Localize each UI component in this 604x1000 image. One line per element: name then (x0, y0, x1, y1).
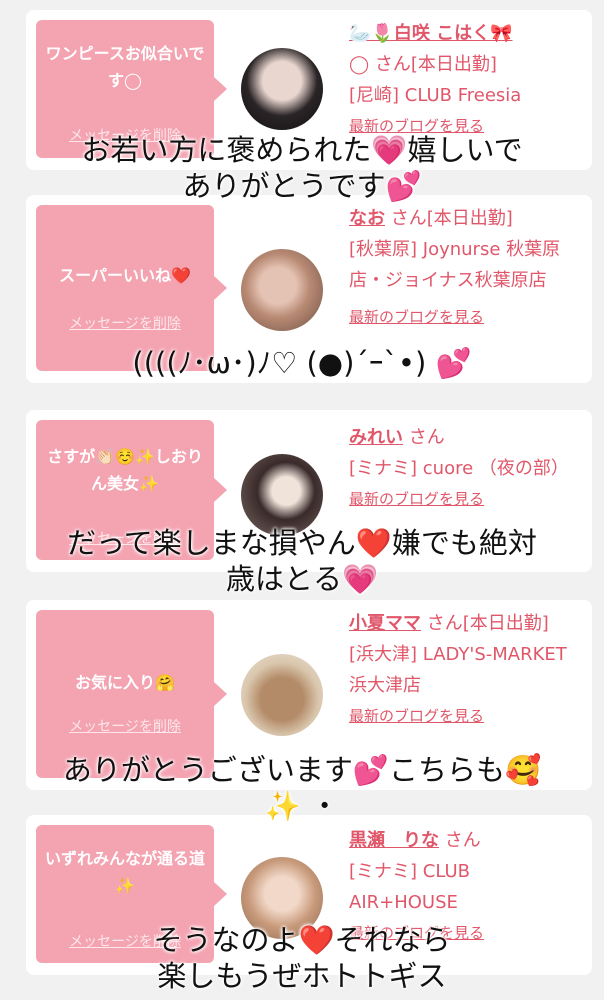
profile-name-link[interactable]: 🦢🌷白咲 こはく🎀 (349, 23, 513, 44)
profile-info: 小夏ママ さん[本日出勤] [浜大津] LADY'S-MARKET 浜大津店 最… (349, 608, 578, 732)
profile-info: みれい さん [ミナミ] cuore （夜の部） 最新のブログを見る (349, 422, 578, 515)
profile-status: さん (444, 830, 481, 851)
shop-name: [秋葉原] Joynurse 秋葉原店・ジョイナス秋葉原店 (349, 239, 561, 291)
message-text: さすが👏🏻☺️✨しおりん美女✨ (47, 447, 203, 493)
shop-name: [浜大津] LADY'S-MARKET 浜大津店 (349, 644, 567, 696)
profile-status: さん[本日出勤] (426, 613, 549, 634)
overlay-comment: ((((ﾉ･ω･)ﾉ♡ (●)´ｰ`•) 💕 (0, 345, 604, 381)
shop-name: [ミナミ] CLUB AIR+HOUSE (349, 861, 470, 913)
avatar[interactable] (241, 48, 323, 130)
profile-name-link[interactable]: 黒瀬 りな (349, 830, 439, 851)
overlay-comment: そうなのよ❤️それなら 楽しもうぜホトトギス (0, 922, 604, 994)
latest-blog-link[interactable]: 最新のブログを見る (349, 701, 578, 732)
message-text: ワンピースお似合いです◯ (45, 44, 205, 90)
message-text: いずれみんなが通る道✨ (44, 849, 205, 895)
profile-info: なお さん[本日出勤] [秋葉原] Joynurse 秋葉原店・ジョイナス秋葉原… (349, 203, 578, 333)
overlay-line: 歳はとる💗 (225, 562, 379, 596)
shop-name: [ミナミ] cuore （夜の部） (349, 458, 569, 479)
avatar[interactable] (241, 654, 323, 736)
delete-message-link[interactable]: メッセージを削除 (36, 313, 214, 333)
overlay-comment: だって楽しまな損やん❤️嫌でも絶対 歳はとる💗 (0, 525, 604, 597)
latest-blog-link[interactable]: 最新のブログを見る (349, 484, 578, 515)
latest-blog-link[interactable]: 最新のブログを見る (349, 302, 578, 333)
profile-name-link[interactable]: 小夏ママ (349, 613, 421, 634)
overlay-line: ((((ﾉ･ω･)ﾉ♡ (●)´ｰ`•) 💕 (132, 346, 472, 380)
avatar[interactable] (241, 249, 323, 331)
overlay-line: 楽しもうぜホトトギス (157, 959, 447, 993)
message-text: お気に入り🤗 (75, 672, 175, 692)
avatar[interactable] (241, 454, 323, 536)
profile-status: さん (408, 427, 445, 448)
overlay-line: ありがとうございます💕こちらも🥰 (62, 753, 542, 787)
overlay-comment: ありがとうございます💕こちらも🥰 ✨ ・ (0, 752, 604, 824)
shop-name: [尼崎] CLUB Freesia (349, 85, 522, 106)
profile-name-link[interactable]: みれい (349, 427, 403, 448)
profile-name-link[interactable]: なお (349, 208, 385, 229)
delete-message-link[interactable]: メッセージを削除 (36, 716, 214, 736)
profile-info: 🦢🌷白咲 こはく🎀 ◯ さん[本日出勤] [尼崎] CLUB Freesia 最… (349, 18, 578, 142)
profile-status: さん[本日出勤] (390, 208, 513, 229)
overlay-line: だって楽しまな損やん❤️嫌でも絶対 (67, 526, 537, 560)
overlay-line: ありがとうです💕 (182, 169, 422, 203)
overlay-line: そうなのよ❤️それなら (153, 923, 451, 957)
overlay-comment: お若い方に褒められた💗嬉しいで ありがとうです💕 (0, 132, 604, 204)
overlay-line: お若い方に褒められた💗嬉しいで (81, 133, 523, 167)
overlay-line: ✨ ・ (264, 789, 340, 823)
profile-status: ◯ さん[本日出勤] (349, 54, 497, 75)
message-text: スーパーいいね❤️ (59, 265, 191, 285)
